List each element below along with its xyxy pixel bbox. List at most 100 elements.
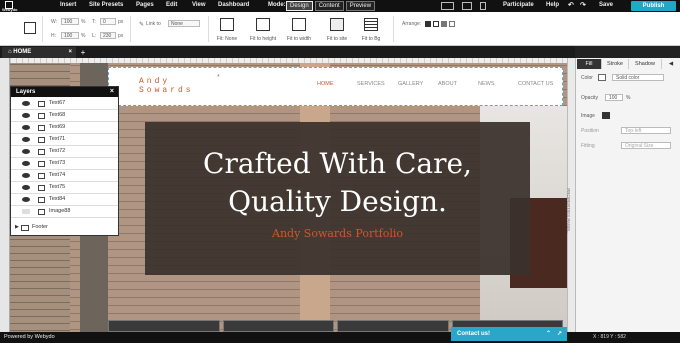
fit-none-button[interactable]: Fit: None bbox=[212, 16, 242, 44]
fit-site-icon bbox=[330, 18, 344, 31]
left-input[interactable]: 230 bbox=[100, 32, 116, 39]
fitting-select[interactable]: Original Size bbox=[621, 142, 671, 149]
eye-icon[interactable] bbox=[22, 161, 30, 166]
top-unit: px bbox=[118, 19, 124, 25]
height-input[interactable]: 100 bbox=[61, 32, 79, 39]
top-input[interactable]: 0 bbox=[100, 18, 116, 25]
menu-site-presets[interactable]: Site Presets bbox=[89, 2, 123, 8]
thumbnail[interactable] bbox=[108, 320, 220, 332]
eye-icon[interactable] bbox=[22, 113, 30, 118]
position-select[interactable]: Top-left bbox=[621, 127, 671, 134]
undo-icon[interactable]: ↶ bbox=[568, 1, 574, 9]
fitting-label: Fitting bbox=[581, 143, 595, 149]
mode-content-button[interactable]: Content bbox=[314, 1, 344, 11]
tab-stroke[interactable]: Stroke bbox=[602, 59, 629, 69]
site-header[interactable]: Andy Sowards * HOME SERVICES GALLERY ABO… bbox=[108, 67, 563, 106]
mobile-view-icon[interactable] bbox=[480, 2, 486, 10]
nav-home[interactable]: HOME bbox=[317, 81, 334, 87]
menu-edit[interactable]: Edit bbox=[166, 2, 177, 8]
eye-icon[interactable] bbox=[22, 197, 30, 202]
chevron-up-icon[interactable]: ⌃ bbox=[546, 327, 551, 341]
layer-row[interactable]: Text84 bbox=[11, 194, 118, 206]
element-toolbar: W: 100 % T: 0 px H: 100 % L: 230 px ✎ Li… bbox=[0, 12, 680, 46]
layer-row[interactable]: Text67 bbox=[11, 98, 118, 110]
redo-icon[interactable]: ↷ bbox=[580, 1, 586, 9]
arrange-label: Arrange: bbox=[402, 21, 422, 27]
tab-fill[interactable]: Fill bbox=[577, 59, 602, 69]
menu-pages[interactable]: Pages bbox=[136, 2, 154, 8]
layer-row[interactable]: Text69 bbox=[11, 122, 118, 134]
nav-gallery[interactable]: GALLERY bbox=[398, 81, 423, 87]
nav-services[interactable]: SERVICES bbox=[357, 81, 385, 87]
fit-width-button[interactable]: Fit to width bbox=[284, 16, 314, 44]
bring-front-icon[interactable] bbox=[425, 21, 431, 27]
add-tab-button[interactable]: + bbox=[78, 47, 88, 58]
eye-icon[interactable] bbox=[22, 137, 30, 142]
send-back-icon[interactable] bbox=[449, 21, 455, 27]
width-input[interactable]: 100 bbox=[61, 18, 79, 25]
mode-preview-button[interactable]: Preview bbox=[345, 1, 376, 11]
layer-footer-group[interactable]: ▶ Footer bbox=[11, 222, 118, 234]
hero-title-line1: Crafted With Care, bbox=[203, 147, 472, 180]
close-tab-icon[interactable]: × bbox=[68, 47, 72, 58]
save-button[interactable]: Save bbox=[599, 2, 613, 8]
element-select-icon[interactable] bbox=[24, 22, 36, 34]
thumbnail[interactable] bbox=[222, 320, 334, 332]
menu-insert[interactable]: Insert bbox=[60, 2, 76, 8]
fit-height-button[interactable]: Fit to height bbox=[248, 16, 278, 44]
participate-link[interactable]: Participate bbox=[503, 2, 534, 8]
collapse-panel-icon[interactable]: ◀ bbox=[662, 59, 680, 69]
brand-line2: Sowards bbox=[139, 86, 194, 95]
close-icon[interactable]: × bbox=[110, 87, 114, 97]
nav-about[interactable]: ABOUT bbox=[438, 81, 457, 87]
brand-asterisk: * bbox=[217, 74, 220, 81]
hero-box[interactable]: Crafted With Care, Quality Design. Andy … bbox=[145, 122, 530, 275]
link-select[interactable]: None bbox=[168, 20, 200, 27]
nav-contact-us[interactable]: CONTACT US bbox=[518, 81, 553, 87]
help-link[interactable]: Help bbox=[546, 2, 559, 8]
layer-row[interactable]: Text68 bbox=[11, 110, 118, 122]
menu-view[interactable]: View bbox=[192, 2, 206, 8]
layer-row[interactable]: Image88 bbox=[11, 206, 118, 218]
send-backward-icon[interactable] bbox=[441, 21, 447, 27]
layers-panel-header[interactable]: Layers × bbox=[11, 87, 118, 97]
layer-row[interactable]: Text71 bbox=[11, 134, 118, 146]
tablet-view-icon[interactable] bbox=[462, 2, 472, 10]
eye-icon[interactable] bbox=[22, 209, 30, 214]
tab-home[interactable]: ⌂ HOME × bbox=[2, 47, 76, 58]
thumbnail[interactable] bbox=[337, 320, 449, 332]
folder-icon bbox=[21, 225, 29, 231]
powered-by-text[interactable]: Powered by Webydo bbox=[4, 334, 55, 340]
opacity-input[interactable]: 100 bbox=[605, 94, 623, 101]
nav-news[interactable]: NEWS bbox=[478, 81, 495, 87]
link-icon: ✎ bbox=[139, 22, 145, 28]
popout-icon[interactable]: ↗ bbox=[557, 327, 562, 341]
fit-bg-button[interactable]: Fit to Bg bbox=[356, 16, 386, 44]
site-brand[interactable]: Andy Sowards bbox=[139, 77, 194, 95]
layer-row[interactable]: Text72 bbox=[11, 146, 118, 158]
properties-panel-rail[interactable]: PROPERTIES PANEL bbox=[566, 58, 575, 332]
tab-shadow[interactable]: Shadow bbox=[629, 59, 662, 69]
footer-label: Footer bbox=[32, 224, 48, 230]
eye-icon[interactable] bbox=[22, 185, 30, 190]
eye-icon[interactable] bbox=[22, 125, 30, 130]
eye-icon[interactable] bbox=[22, 101, 30, 106]
bring-forward-icon[interactable] bbox=[433, 21, 439, 27]
mode-design-button[interactable]: Design bbox=[286, 1, 313, 11]
expand-arrow-icon[interactable]: ▶ bbox=[15, 224, 19, 230]
contact-us-widget[interactable]: Contact us! ⌃ ↗ bbox=[451, 327, 567, 341]
brand-line1: Andy bbox=[139, 77, 171, 86]
desktop-view-icon[interactable] bbox=[441, 2, 454, 10]
eye-icon[interactable] bbox=[22, 149, 30, 154]
horizontal-ruler bbox=[10, 58, 567, 63]
layer-row[interactable]: Text73 bbox=[11, 158, 118, 170]
layer-row[interactable]: Text75 bbox=[11, 182, 118, 194]
layer-row[interactable]: Text74 bbox=[11, 170, 118, 182]
color-swatch[interactable] bbox=[598, 74, 606, 81]
eye-icon[interactable] bbox=[22, 173, 30, 178]
publish-button[interactable]: Publish bbox=[631, 1, 676, 11]
image-picker-icon[interactable] bbox=[602, 112, 610, 119]
menu-dashboard[interactable]: Dashboard bbox=[218, 2, 249, 8]
fit-site-button[interactable]: Fit to site bbox=[322, 16, 352, 44]
color-type-select[interactable]: Solid color bbox=[612, 74, 664, 81]
